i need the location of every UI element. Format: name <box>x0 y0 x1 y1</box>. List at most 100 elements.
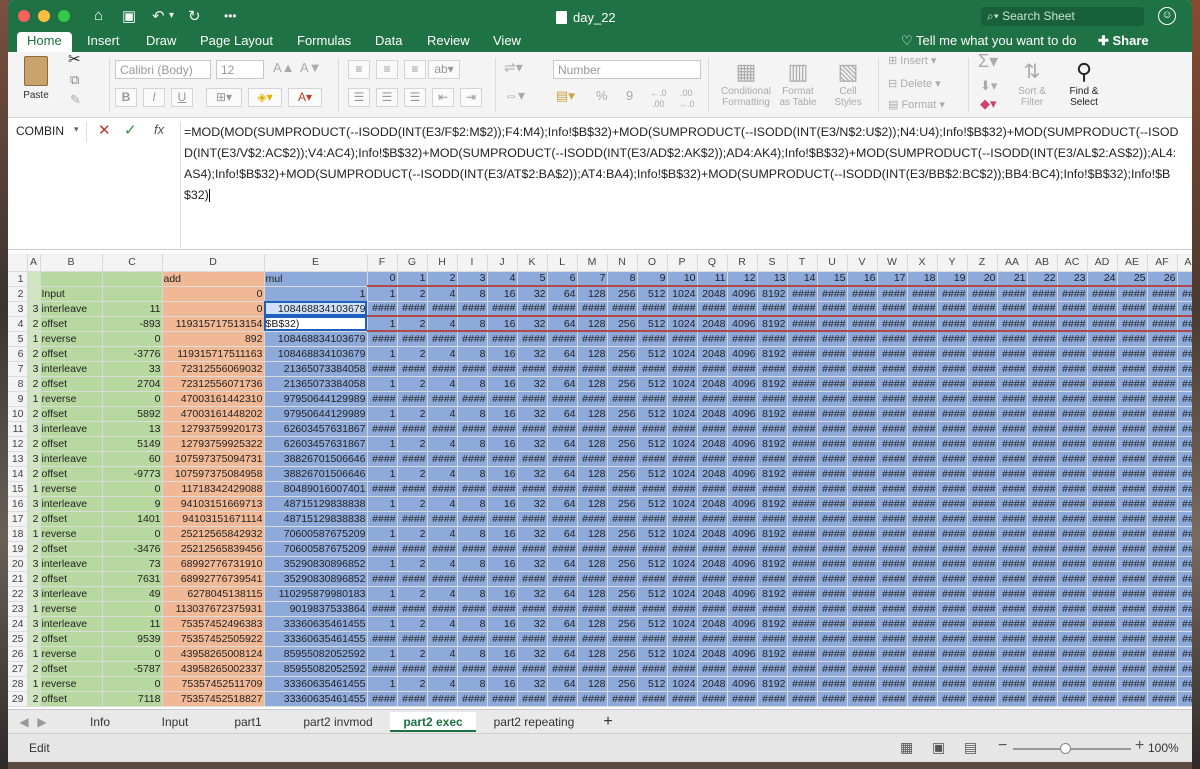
cell[interactable]: 4 <box>487 271 518 287</box>
tab-insert[interactable]: Insert <box>77 32 130 52</box>
cell[interactable]: 2048 <box>697 376 728 392</box>
cell[interactable]: 2 <box>397 406 428 422</box>
cell[interactable]: #### <box>1087 496 1118 512</box>
cell[interactable]: 38826701506646 <box>264 451 368 467</box>
cell[interactable]: 2 <box>397 436 428 452</box>
cell[interactable]: 8192 <box>757 676 788 692</box>
cell[interactable]: #### <box>817 301 848 317</box>
cell[interactable]: 2 <box>397 376 428 392</box>
font-name-select[interactable]: Calibri (Body) <box>115 60 211 79</box>
cell[interactable]: #### <box>1147 616 1178 632</box>
cell[interactable]: 16 <box>487 556 518 572</box>
cell[interactable]: 47003161448202 <box>162 406 265 422</box>
cell[interactable]: 4 <box>427 406 458 422</box>
cell[interactable]: #### <box>577 391 608 407</box>
cell[interactable]: #### <box>847 481 878 497</box>
cell[interactable]: 512 <box>637 526 668 542</box>
cell[interactable]: #### <box>697 301 728 317</box>
cell[interactable]: #### <box>1027 376 1058 392</box>
cell[interactable]: #### <box>1117 481 1148 497</box>
cell[interactable]: 108468834103679 <box>264 331 368 347</box>
cell[interactable]: 8 <box>457 646 488 662</box>
more-icon[interactable]: ••• <box>224 9 237 23</box>
cell[interactable]: #### <box>1087 556 1118 572</box>
cell[interactable]: 2048 <box>697 346 728 362</box>
cell[interactable]: 2 <box>27 376 41 392</box>
row-header[interactable]: 24 <box>8 616 28 632</box>
cell[interactable]: offset <box>40 691 103 707</box>
cell[interactable]: #### <box>487 661 518 677</box>
align-top-icon[interactable]: ≡ <box>348 60 370 79</box>
cell[interactable]: 4 <box>427 436 458 452</box>
cell[interactable]: #### <box>787 346 818 362</box>
cell[interactable]: 11 <box>102 301 163 317</box>
cell[interactable]: 4 <box>427 496 458 512</box>
cell[interactable]: #### <box>1147 331 1178 347</box>
cell[interactable]: #### <box>667 361 698 377</box>
cell[interactable]: #### <box>907 406 938 422</box>
cell[interactable]: #### <box>907 361 938 377</box>
cell[interactable]: #### <box>1087 526 1118 542</box>
cell[interactable]: #### <box>487 301 518 317</box>
cell[interactable]: #### <box>487 361 518 377</box>
cell[interactable]: #### <box>1177 451 1192 467</box>
cell[interactable]: #### <box>817 466 848 482</box>
cell[interactable]: 8192 <box>757 436 788 452</box>
cell[interactable]: 4096 <box>727 646 758 662</box>
cell[interactable]: #### <box>937 406 968 422</box>
cell[interactable]: #### <box>1027 361 1058 377</box>
cell[interactable]: 17 <box>877 271 908 287</box>
cell[interactable]: #### <box>1087 391 1118 407</box>
cell[interactable]: #### <box>877 631 908 647</box>
scroll-right-icon[interactable]: ▶ <box>36 712 48 732</box>
cell[interactable]: #### <box>787 285 818 302</box>
column-header[interactable]: N <box>607 254 638 272</box>
cell[interactable]: #### <box>1057 646 1088 662</box>
cell[interactable]: #### <box>517 511 548 527</box>
active-cell[interactable]: $B$32) <box>264 316 368 332</box>
cell[interactable]: 8 <box>607 271 638 287</box>
cell[interactable]: #### <box>877 691 908 707</box>
cell[interactable]: 8 <box>457 526 488 542</box>
cell[interactable]: reverse <box>40 676 103 692</box>
cell[interactable]: 2 <box>397 676 428 692</box>
cell[interactable]: #### <box>1087 601 1118 617</box>
cell[interactable]: interleave <box>40 616 103 632</box>
cell[interactable]: #### <box>907 301 938 317</box>
cell[interactable]: #### <box>367 511 398 527</box>
cell[interactable]: #### <box>577 631 608 647</box>
column-header[interactable]: Z <box>967 254 998 272</box>
cell[interactable]: #### <box>937 571 968 587</box>
cell[interactable]: #### <box>997 361 1028 377</box>
cell[interactable]: #### <box>637 601 668 617</box>
cell[interactable]: #### <box>787 586 818 602</box>
cell[interactable]: #### <box>727 601 758 617</box>
cell[interactable]: #### <box>607 301 638 317</box>
cell[interactable]: #### <box>847 676 878 692</box>
cell[interactable]: 2 <box>397 586 428 602</box>
tell-me-search[interactable]: ♡ Tell me what you want to do <box>901 33 1076 49</box>
cell[interactable]: 16 <box>487 466 518 482</box>
cell[interactable]: #### <box>937 646 968 662</box>
cell[interactable]: #### <box>787 556 818 572</box>
cell[interactable]: #### <box>1057 436 1088 452</box>
cell[interactable]: 33360635461455 <box>264 676 368 692</box>
page-break-view-icon[interactable]: ▤ <box>964 739 977 756</box>
cell[interactable]: #### <box>877 661 908 677</box>
cell[interactable]: #### <box>1177 376 1192 392</box>
cell[interactable]: #### <box>427 541 458 557</box>
cell[interactable]: #### <box>577 331 608 347</box>
row-header[interactable]: 9 <box>8 391 28 407</box>
cell[interactable]: #### <box>1027 406 1058 422</box>
cell[interactable]: #### <box>397 691 428 707</box>
cell[interactable]: 8 <box>457 436 488 452</box>
cell[interactable]: #### <box>607 361 638 377</box>
cell[interactable]: #### <box>367 391 398 407</box>
sheet-tab-part1[interactable]: part1 <box>208 712 288 732</box>
cell[interactable]: 128 <box>577 496 608 512</box>
cell[interactable]: 32 <box>517 646 548 662</box>
cell[interactable]: #### <box>907 496 938 512</box>
cell[interactable]: 512 <box>637 376 668 392</box>
cell[interactable]: 0 <box>102 601 163 617</box>
cell[interactable]: -5787 <box>102 661 163 677</box>
